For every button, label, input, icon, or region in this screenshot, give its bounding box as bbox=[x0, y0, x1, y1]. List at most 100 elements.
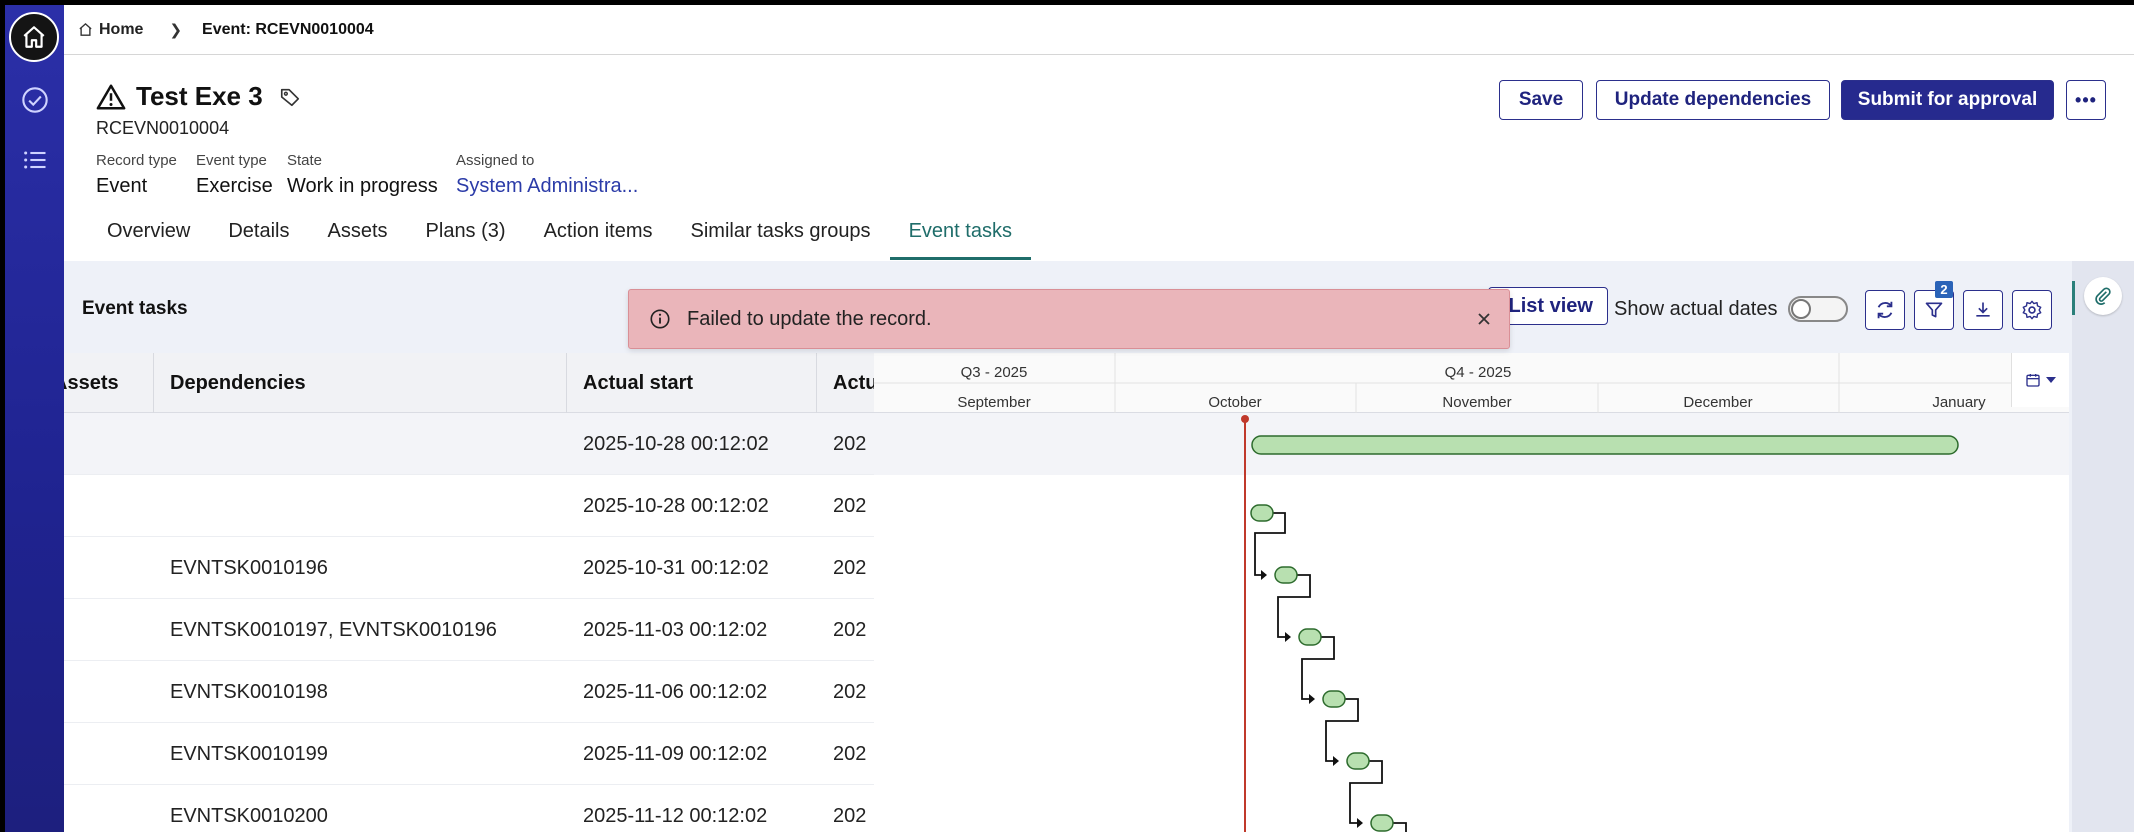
info-icon bbox=[650, 309, 670, 329]
timeline-scale-button[interactable] bbox=[2011, 353, 2069, 407]
table-row[interactable]: EVNTSK0010199 2025-11-09 00:12:02 202 bbox=[64, 723, 874, 785]
tab-action-items[interactable]: Action items bbox=[525, 220, 672, 260]
update-dependencies-button[interactable]: Update dependencies bbox=[1596, 80, 1830, 120]
app-window: Home ❯ Event: RCEVN0010004 Test Exe 3 RC… bbox=[5, 5, 2134, 832]
dependencies-cell: EVNTSK0010196 bbox=[170, 556, 328, 579]
month-label: December bbox=[1683, 394, 1752, 411]
actual-end-cell: 202 bbox=[833, 556, 867, 579]
breadcrumb-home[interactable]: Home bbox=[78, 21, 143, 39]
arrow-head bbox=[1285, 632, 1291, 642]
assigned-to-link[interactable]: System Administra... bbox=[456, 175, 638, 198]
task-bar[interactable] bbox=[1250, 504, 1274, 522]
task-bar[interactable] bbox=[1322, 690, 1346, 708]
actual-end-cell: 202 bbox=[833, 618, 867, 641]
field-value: Event bbox=[96, 175, 148, 197]
list-nav-button[interactable] bbox=[19, 144, 51, 176]
right-side-panel bbox=[2072, 261, 2134, 832]
download-icon bbox=[1976, 302, 1990, 317]
tag-button[interactable] bbox=[279, 86, 301, 108]
gantt-timeline: Q3 - 2025 Q4 - 2025 September October No… bbox=[874, 353, 2069, 832]
task-bar[interactable] bbox=[1274, 566, 1298, 584]
table-row[interactable]: 2025-10-28 00:12:02 202 bbox=[64, 475, 874, 537]
toast-close-button[interactable] bbox=[1473, 308, 1495, 330]
left-nav-rail bbox=[5, 5, 64, 832]
settings-button[interactable] bbox=[2012, 290, 2052, 330]
toast-message: Failed to update the record. bbox=[687, 307, 932, 330]
column-header-assets[interactable]: Assets bbox=[64, 353, 154, 413]
actual-start-cell: 2025-11-12 00:12:02 bbox=[583, 804, 768, 827]
column-header-dependencies[interactable]: Dependencies bbox=[154, 353, 567, 413]
actual-end-cell: 202 bbox=[833, 494, 867, 517]
tab-assets[interactable]: Assets bbox=[309, 220, 407, 260]
summary-task-bar[interactable] bbox=[1251, 435, 1959, 455]
field-value: Work in progress bbox=[287, 175, 438, 197]
show-actual-dates-label: Show actual dates bbox=[1614, 298, 1778, 320]
chevron-right-icon: ❯ bbox=[169, 21, 183, 39]
actual-start-cell: 2025-11-03 00:12:02 bbox=[583, 618, 768, 641]
filter-count-badge: 2 bbox=[1935, 281, 1953, 298]
actual-end-cell: 202 bbox=[833, 742, 867, 765]
task-grid: Assets Dependencies Actual start Actu 20… bbox=[64, 353, 874, 832]
record-header: Test Exe 3 RCEVN0010004 Record type Even… bbox=[64, 55, 2134, 260]
breadcrumb-current: Event: RCEVN0010004 bbox=[202, 20, 374, 38]
column-header-actual-start[interactable]: Actual start bbox=[567, 353, 817, 413]
today-marker-dot bbox=[1241, 415, 1249, 423]
dependencies-cell: EVNTSK0010200 bbox=[170, 804, 328, 827]
paperclip-icon bbox=[2095, 287, 2111, 305]
actual-start-cell: 2025-10-28 00:12:02 bbox=[583, 432, 769, 455]
field-label: State bbox=[287, 152, 323, 169]
caret-down-icon bbox=[2045, 377, 2056, 383]
dependency-connector bbox=[1301, 636, 1335, 700]
task-bar[interactable] bbox=[1346, 752, 1370, 770]
refresh-icon bbox=[1877, 301, 1893, 319]
tab-similar-tasks-groups[interactable]: Similar tasks groups bbox=[672, 220, 890, 260]
month-label: November bbox=[1442, 394, 1511, 411]
tab-plans[interactable]: Plans (3) bbox=[407, 220, 525, 260]
table-row[interactable]: EVNTSK0010197, EVNTSK0010196 2025-11-03 … bbox=[64, 599, 874, 661]
task-bar[interactable] bbox=[1298, 628, 1322, 646]
submit-for-approval-button[interactable]: Submit for approval bbox=[1841, 80, 2054, 120]
actual-end-cell: 202 bbox=[833, 804, 867, 827]
approvals-nav-button[interactable] bbox=[19, 84, 51, 116]
arrow-head bbox=[1309, 694, 1315, 704]
record-number: RCEVN0010004 bbox=[96, 118, 230, 138]
field-record-type: Record type Event bbox=[96, 152, 177, 198]
download-button[interactable] bbox=[1963, 290, 2003, 330]
table-row[interactable]: 2025-10-28 00:12:02 202 bbox=[64, 413, 874, 475]
dependency-connector bbox=[1277, 574, 1311, 638]
actual-start-cell: 2025-11-09 00:12:02 bbox=[583, 742, 768, 765]
attachments-button[interactable] bbox=[2084, 277, 2122, 315]
dependencies-cell bbox=[154, 413, 567, 475]
error-toast: Failed to update the record. bbox=[628, 289, 1510, 349]
calendar-icon bbox=[2025, 374, 2040, 387]
refresh-button[interactable] bbox=[1865, 290, 1905, 330]
show-actual-dates-toggle[interactable] bbox=[1788, 296, 1848, 322]
task-bar[interactable] bbox=[1370, 814, 1394, 832]
quarter-label: Q3 - 2025 bbox=[961, 364, 1028, 381]
tab-details[interactable]: Details bbox=[209, 220, 308, 260]
tab-overview[interactable]: Overview bbox=[88, 220, 209, 260]
list-icon bbox=[24, 151, 46, 169]
tab-event-tasks[interactable]: Event tasks bbox=[889, 220, 1032, 260]
close-icon bbox=[1478, 313, 1490, 325]
arrow-head bbox=[1357, 818, 1363, 828]
table-row[interactable]: EVNTSK0010198 2025-11-06 00:12:02 202 bbox=[64, 661, 874, 723]
grid-header: Assets Dependencies Actual start Actu bbox=[64, 353, 874, 413]
table-row[interactable]: EVNTSK0010200 2025-11-12 00:12:02 202 bbox=[64, 785, 874, 832]
field-assigned-to: Assigned to System Administra... bbox=[456, 152, 638, 198]
actual-end-cell: 202 bbox=[833, 432, 867, 455]
save-button[interactable]: Save bbox=[1499, 80, 1583, 120]
actual-start-cell: 2025-11-06 00:12:02 bbox=[583, 680, 768, 703]
dependencies-cell bbox=[154, 475, 567, 537]
home-icon bbox=[23, 26, 45, 48]
month-label: January bbox=[1932, 394, 1986, 411]
arrow-head bbox=[1261, 570, 1267, 580]
field-state: State Work in progress bbox=[287, 152, 438, 198]
more-actions-button[interactable]: ••• bbox=[2066, 80, 2106, 120]
quarter-label: Q4 - 2025 bbox=[1445, 364, 1512, 381]
column-header-actual-end[interactable]: Actu bbox=[817, 353, 874, 413]
page-title: Test Exe 3 bbox=[136, 81, 263, 111]
home-button[interactable] bbox=[9, 12, 59, 62]
arrow-head bbox=[1333, 756, 1339, 766]
table-row[interactable]: EVNTSK0010196 2025-10-31 00:12:02 202 bbox=[64, 537, 874, 599]
